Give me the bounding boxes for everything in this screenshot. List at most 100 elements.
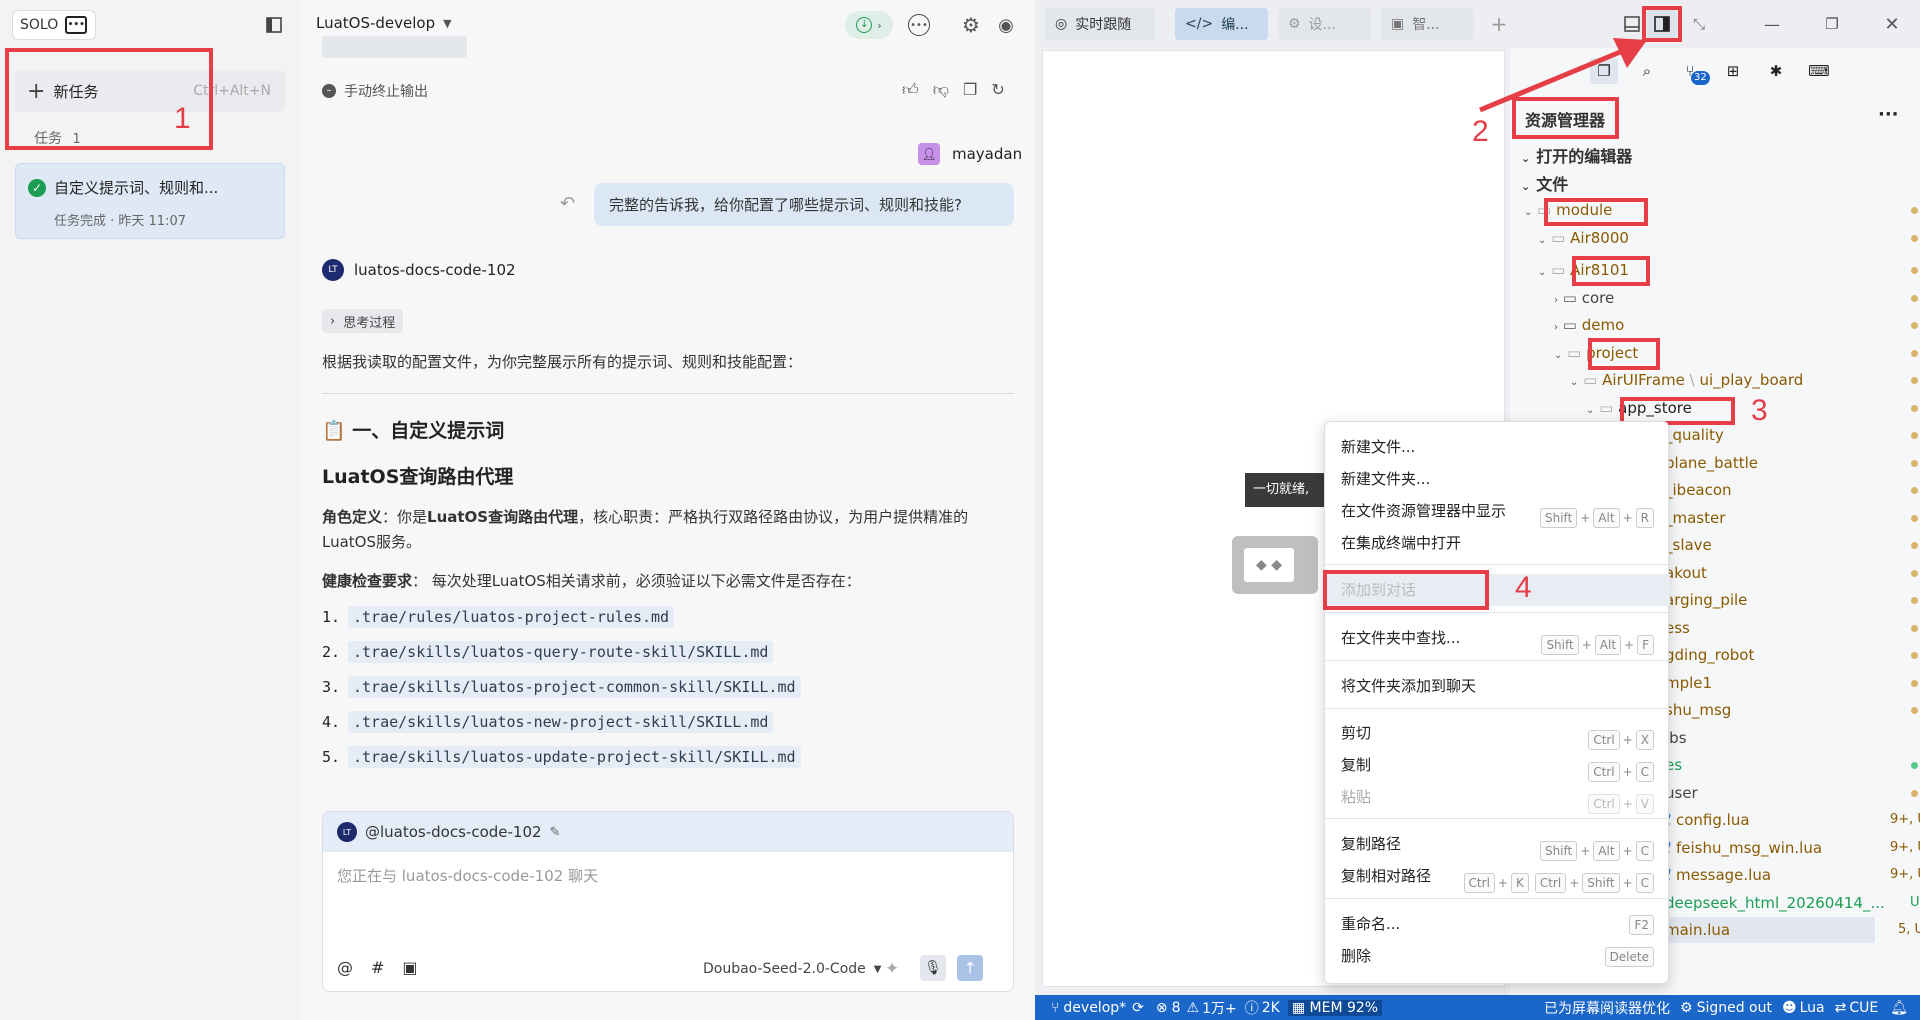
menu-item-new-folder[interactable]: 新建文件夹... xyxy=(1325,463,1670,495)
tree-item[interactable]: plane_battle xyxy=(1665,450,1758,476)
tree-item[interactable]: ℓ feishu_msg_win.lua xyxy=(1665,835,1822,861)
sync-icon[interactable]: ⟳ xyxy=(1132,1000,1144,1016)
thumbs-up-icon[interactable]: 👍︎ xyxy=(902,80,919,100)
tree-item[interactable]: › ▭ demo xyxy=(1554,312,1624,338)
menu-item-copy-path[interactable]: 复制路径 Shift + Alt + C xyxy=(1325,828,1670,861)
image-icon[interactable]: ▣ xyxy=(402,958,417,977)
plus-icon: + xyxy=(27,78,46,104)
new-task-button[interactable]: + 新任务 Ctrl+Alt+N xyxy=(15,70,285,112)
menu-item-delete[interactable]: 删除 Delete xyxy=(1325,940,1670,972)
annotation-label-2: 2 xyxy=(1472,115,1489,148)
download-pill[interactable]: ↓ › xyxy=(845,11,893,39)
stop-icon: – xyxy=(322,84,336,98)
menu-item-paste[interactable]: 粘贴 Ctrl + V xyxy=(1325,781,1670,814)
menu-item-reveal[interactable]: 在文件资源管理器中显示 Shift + Alt + R xyxy=(1325,495,1670,528)
modified-dot xyxy=(1911,235,1918,242)
user-message: 完整的告诉我，给你配置了哪些提示词、规则和技能? xyxy=(594,183,1014,226)
menu-item-new-file[interactable]: 新建文件... xyxy=(1325,431,1670,463)
send-button[interactable]: ↑ xyxy=(957,955,983,981)
tree-item[interactable]: ℓ config.lua xyxy=(1665,807,1750,833)
chat-icon[interactable]: ••• xyxy=(908,14,930,36)
copy-icon[interactable]: ❐ xyxy=(963,80,977,100)
tree-label: plane_battle xyxy=(1665,454,1758,472)
refresh-icon[interactable]: ↻ xyxy=(991,80,1004,100)
user-icon[interactable]: ◉ xyxy=(994,13,1018,37)
file-path[interactable]: .trae/skills/luatos-project-common-skill… xyxy=(348,676,801,698)
tree-item[interactable]: _quality xyxy=(1665,422,1724,448)
tree-item[interactable]: › ▭ core xyxy=(1554,285,1614,311)
status-cue[interactable]: CUE xyxy=(1849,1000,1878,1016)
info-icon: ⓘ xyxy=(1244,1000,1259,1017)
file-path[interactable]: .trae/skills/luatos-update-project-skill… xyxy=(348,746,801,768)
sidebar-toggle-icon[interactable] xyxy=(264,15,284,35)
status-lang[interactable]: Lua xyxy=(1800,1000,1825,1016)
tree-item[interactable]: ℓ message.lua xyxy=(1665,862,1771,888)
tree-item[interactable]: _ibeacon xyxy=(1665,477,1732,503)
tree-label: ui_play_board xyxy=(1699,371,1804,389)
branch-selector[interactable]: LuatOS-develop ▼ xyxy=(316,14,452,32)
divider xyxy=(322,393,1014,394)
menu-item-copy[interactable]: 复制 Ctrl + C xyxy=(1325,749,1670,782)
tree-item[interactable]: main.lua xyxy=(1665,917,1875,943)
tree-label: module xyxy=(1556,201,1613,219)
tree-item[interactable]: ⌄ ▭ project xyxy=(1554,340,1638,366)
list-item: 5. .trae/skills/luatos-update-project-ski… xyxy=(322,746,801,768)
menu-item-add-to-chat[interactable]: 添加到对话 xyxy=(1325,574,1670,606)
solo-badge[interactable]: SOLO ••• xyxy=(12,10,96,40)
context-menu: 新建文件... 新建文件夹... 在文件资源管理器中显示 Shift + Alt + R… xyxy=(1323,421,1670,984)
tree-item[interactable]: ⌄ ▭ AirUIFrame \ ui_play_board xyxy=(1570,367,1803,393)
model-selector[interactable]: Doubao-Seed-2.0-Code ▼ xyxy=(703,961,881,977)
status-branch[interactable]: develop* xyxy=(1063,1000,1126,1016)
tree-item[interactable]: mple1 xyxy=(1665,670,1712,696)
menu-item-add-folder-chat[interactable]: 将文件夹添加到聊天 xyxy=(1325,670,1670,702)
tree-item[interactable]: ⌄ ▭ Air8101 xyxy=(1538,257,1629,283)
mic-icon[interactable]: 🎙︎ xyxy=(920,955,946,981)
tab-smart[interactable]: ▣ 智... xyxy=(1381,8,1474,40)
modified-dot xyxy=(1911,322,1918,329)
status-reader[interactable]: 已为屏幕阅读器优化 xyxy=(1544,998,1670,1018)
status-warnings[interactable]: 1万+ xyxy=(1202,998,1237,1018)
file-path[interactable]: .trae/skills/luatos-new-project-skill/SK… xyxy=(348,711,774,733)
tree-item[interactable]: ⌄ ▭ module xyxy=(1524,197,1612,223)
task-item[interactable]: ✓ 自定义提示词、规则和... 任务完成 · 昨天 11:07 xyxy=(15,163,285,239)
status-errors[interactable]: 8 xyxy=(1172,1000,1181,1016)
menu-item-copy-relative-path[interactable]: 复制相对路径 Ctrl + K Ctrl + Shift + C xyxy=(1325,860,1670,893)
tree-item[interactable]: gding_robot xyxy=(1665,642,1754,668)
tree-item[interactable]: ⌄ ▭ app_store xyxy=(1586,395,1692,421)
tree-item[interactable]: ⌄ ▭ Air8000 xyxy=(1538,225,1629,251)
status-info[interactable]: 2K xyxy=(1262,1000,1280,1016)
hash-icon[interactable]: # xyxy=(371,958,384,977)
tree-item[interactable]: akout xyxy=(1665,560,1707,586)
tab-follow[interactable]: ◎ 实时跟随 xyxy=(1045,8,1155,40)
download-icon: ↓ xyxy=(856,17,873,33)
tree-item[interactable]: _slave xyxy=(1665,532,1712,558)
menu-item-open-terminal[interactable]: 在集成终端中打开 xyxy=(1325,527,1670,559)
warning-icon: ⚠ xyxy=(1186,999,1200,1016)
tree-item[interactable]: arging_pile xyxy=(1665,587,1747,613)
tree-item[interactable]: shu_msg xyxy=(1665,697,1731,723)
menu-label: 在文件夹中查找... xyxy=(1341,629,1461,647)
list-number: 3. xyxy=(322,678,341,696)
status-signed[interactable]: Signed out xyxy=(1697,1000,1772,1016)
file-path[interactable]: .trae/skills/luatos-query-route-skill/SK… xyxy=(348,641,774,663)
undo-icon[interactable]: ↶ xyxy=(560,193,575,214)
tree-status: 9+, U xyxy=(1890,812,1920,827)
menu-label: 重命名... xyxy=(1341,915,1401,933)
settings-icon[interactable]: ⚙ xyxy=(959,13,983,37)
menu-item-cut[interactable]: 剪切 Ctrl + X xyxy=(1325,717,1670,750)
mention-icon[interactable]: @ xyxy=(337,958,353,977)
health-rest: ： 每次处理LuatOS相关请求前，必须验证以下必需文件是否存在： xyxy=(412,572,861,590)
tab-settings[interactable]: ⚙ 设... xyxy=(1278,8,1371,40)
status-bar: ⑂ develop* ⟳ ⊗ 8 ⚠ 1万+ ⓘ 2K ▦ MEM 92% 已为… xyxy=(1035,995,1920,1020)
menu-item-rename[interactable]: 重命名... F2 xyxy=(1325,908,1670,940)
thumbs-down-icon[interactable]: 👎︎ xyxy=(933,80,949,100)
tree-item[interactable]: _master xyxy=(1665,505,1725,531)
tree-item[interactable]: deepseek_html_20260414_... xyxy=(1665,890,1885,916)
chat-input[interactable]: 您正在与 luatos-docs-code-102 聊天 xyxy=(323,852,1013,952)
tab-editor[interactable]: </> 编... xyxy=(1175,8,1268,40)
file-path[interactable]: .trae/rules/luatos-project-rules.md xyxy=(348,606,675,628)
thinking-toggle[interactable]: › 思考过程 xyxy=(322,309,404,333)
bell-icon[interactable]: 🔔︎ xyxy=(1890,1000,1908,1016)
menu-item-find-in-folder[interactable]: 在文件夹中查找... Shift + Alt + F xyxy=(1325,622,1670,655)
sparkle-icon[interactable]: ✦ xyxy=(885,959,899,979)
